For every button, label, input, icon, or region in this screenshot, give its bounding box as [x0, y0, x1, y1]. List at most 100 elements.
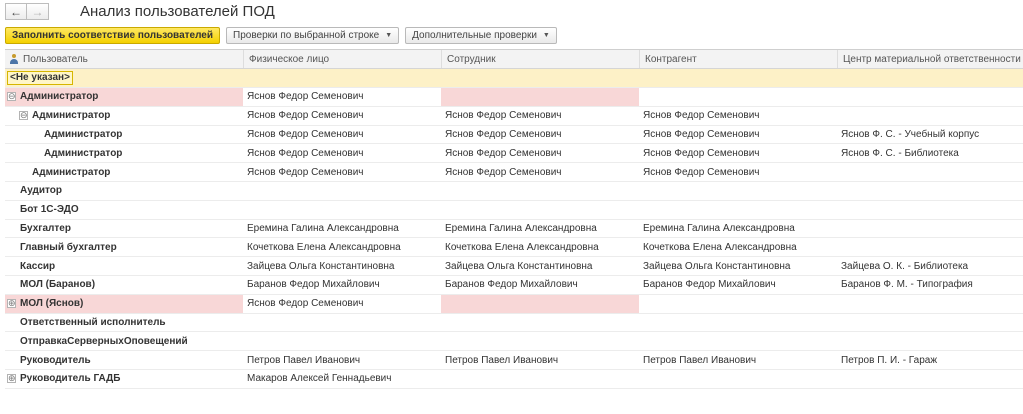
column-header-employee[interactable]: Сотрудник [441, 50, 639, 68]
column-header-person[interactable]: Физическое лицо [243, 50, 441, 68]
cell-person[interactable] [243, 332, 441, 350]
cell-contractor[interactable] [639, 182, 837, 200]
cell-person[interactable]: Яснов Федор Семенович [243, 88, 441, 106]
cell-employee[interactable] [441, 69, 639, 87]
cell-user[interactable]: Аудитор [5, 182, 243, 200]
cell-employee[interactable] [441, 201, 639, 219]
cell-person[interactable] [243, 313, 441, 331]
cell-user[interactable]: Ответственный исполнитель [5, 313, 243, 331]
cell-user[interactable]: ⊕ Руководитель ГАДБ [5, 370, 243, 388]
cell-employee[interactable]: Яснов Федор Семенович [441, 125, 639, 143]
cell-person[interactable]: Яснов Федор Семенович [243, 107, 441, 125]
cell-person[interactable]: Яснов Федор Семенович [243, 295, 441, 313]
cell-person[interactable]: Яснов Федор Семенович [243, 144, 441, 162]
cell-contractor[interactable] [639, 295, 837, 313]
cell-mrc[interactable] [837, 219, 1023, 237]
cell-contractor[interactable]: Еремина Галина Александровна [639, 219, 837, 237]
cell-user[interactable]: Администратор [5, 125, 243, 143]
cell-mrc[interactable] [837, 238, 1023, 256]
table-row[interactable]: ОтправкаСерверныхОповещений [5, 332, 1023, 352]
cell-contractor[interactable] [639, 370, 837, 388]
cell-contractor[interactable] [639, 313, 837, 331]
cell-user[interactable]: ОтправкаСерверныхОповещений [5, 332, 243, 350]
cell-mrc[interactable] [837, 182, 1023, 200]
column-header-user[interactable]: Пользователь [5, 50, 243, 68]
cell-user[interactable]: Главный бухгалтер [5, 238, 243, 256]
cell-person[interactable]: Зайцева Ольга Константиновна [243, 257, 441, 275]
cell-mrc[interactable] [837, 332, 1023, 350]
cell-user[interactable]: ⊖ Администратор [5, 87, 243, 106]
collapse-icon[interactable]: ⊖ [7, 92, 16, 102]
cell-mrc[interactable] [837, 295, 1023, 313]
cell-mrc[interactable] [837, 163, 1023, 181]
cell-user[interactable]: Бот 1С-ЭДО [5, 201, 243, 219]
cell-contractor[interactable]: Петров Павел Иванович [639, 351, 837, 369]
forward-button[interactable]: → [27, 3, 49, 20]
cell-contractor[interactable] [639, 201, 837, 219]
table-row[interactable]: Администратор Яснов Федор Семенович Яснов … [5, 144, 1023, 164]
cell-contractor[interactable]: Яснов Федор Семенович [639, 125, 837, 143]
cell-mrc[interactable]: Зайцева О. К. - Библиотека [837, 257, 1023, 275]
cell-mrc[interactable] [837, 201, 1023, 219]
collapse-icon[interactable]: ⊖ [19, 111, 28, 121]
cell-person[interactable]: Петров Павел Иванович [243, 351, 441, 369]
cell-employee[interactable]: Петров Павел Иванович [441, 351, 639, 369]
cell-person[interactable] [243, 201, 441, 219]
cell-contractor[interactable] [639, 88, 837, 106]
cell-contractor[interactable]: Кочеткова Елена Александровна [639, 238, 837, 256]
table-row[interactable]: Администратор Яснов Федор Семенович Яснов … [5, 125, 1023, 145]
cell-employee[interactable]: Баранов Федор Михайлович [441, 276, 639, 294]
cell-contractor[interactable]: Яснов Федор Семенович [639, 163, 837, 181]
cell-user[interactable]: Администратор [5, 144, 243, 162]
cell-person[interactable]: Яснов Федор Семенович [243, 125, 441, 143]
cell-mrc[interactable] [837, 107, 1023, 125]
cell-user[interactable]: Кассир [5, 257, 243, 275]
expand-icon[interactable]: ⊕ [7, 374, 16, 384]
fill-correspondence-button[interactable]: Заполнить соответствие пользователей [5, 27, 221, 44]
table-row[interactable]: МОЛ (Баранов) Баранов Федор Михайлович Бар… [5, 276, 1023, 295]
table-row[interactable]: Главный бухгалтер Кочеткова Елена Алексан… [5, 238, 1023, 258]
table-row[interactable]: Бухгалтер Еремина Галина Александровна Ере… [5, 219, 1023, 239]
cell-person[interactable]: Еремина Галина Александровна [243, 219, 441, 237]
back-button[interactable]: ← [5, 3, 27, 20]
cell-mrc[interactable] [837, 69, 1023, 87]
table-row[interactable]: Руководитель Петров Павел Иванович Петров … [5, 351, 1023, 370]
cell-mrc[interactable]: Петров П. И. - Гараж [837, 351, 1023, 369]
cell-employee[interactable] [441, 294, 639, 313]
cell-employee[interactable] [441, 370, 639, 388]
table-row[interactable]: Администратор Яснов Федор Семенович Яснов … [5, 163, 1023, 182]
cell-employee[interactable]: Кочеткова Елена Александровна [441, 238, 639, 256]
cell-employee[interactable]: Яснов Федор Семенович [441, 107, 639, 125]
cell-employee[interactable] [441, 332, 639, 350]
cell-user[interactable]: <Не указан> [5, 69, 243, 87]
cell-contractor[interactable]: Яснов Федор Семенович [639, 144, 837, 162]
cell-contractor[interactable]: Зайцева Ольга Константиновна [639, 257, 837, 275]
cell-employee[interactable]: Яснов Федор Семенович [441, 144, 639, 162]
table-row[interactable]: Бот 1С-ЭДО [5, 201, 1023, 220]
cell-mrc[interactable]: Баранов Ф. М. - Типография [837, 276, 1023, 294]
cell-mrc[interactable]: Яснов Ф. С. - Библиотека [837, 144, 1023, 162]
cell-employee[interactable] [441, 182, 639, 200]
column-header-contractor[interactable]: Контрагент [639, 50, 837, 68]
cell-contractor[interactable]: Яснов Федор Семенович [639, 107, 837, 125]
table-row[interactable]: ⊕ Руководитель ГАДБ Макаров Алексей Геннад… [5, 370, 1023, 389]
cell-contractor[interactable] [639, 69, 837, 87]
cell-user[interactable]: МОЛ (Баранов) [5, 276, 243, 294]
table-row[interactable]: Кассир Зайцева Ольга Константиновна Зайцев… [5, 257, 1023, 276]
cell-user[interactable]: Бухгалтер [5, 219, 243, 237]
cell-user[interactable]: Руководитель [5, 351, 243, 369]
expand-icon[interactable]: ⊕ [7, 299, 16, 309]
cell-person[interactable] [243, 69, 441, 87]
cell-mrc[interactable] [837, 88, 1023, 106]
table-row[interactable]: ⊖ Администратор Яснов Федор Семенович Яснов… [5, 107, 1023, 126]
cell-person[interactable]: Баранов Федор Михайлович [243, 276, 441, 294]
table-row[interactable]: Ответственный исполнитель [5, 313, 1023, 333]
cell-employee[interactable]: Яснов Федор Семенович [441, 163, 639, 181]
cell-person[interactable]: Кочеткова Елена Александровна [243, 238, 441, 256]
column-header-mrc[interactable]: Центр материальной ответственности [837, 50, 1023, 68]
table-row[interactable]: ⊖ Администратор Яснов Федор Семенович [5, 87, 1023, 107]
table-row[interactable]: <Не указан> [5, 69, 1023, 88]
cell-person[interactable]: Яснов Федор Семенович [243, 163, 441, 181]
cell-mrc[interactable] [837, 370, 1023, 388]
cell-user[interactable]: Администратор [5, 163, 243, 181]
